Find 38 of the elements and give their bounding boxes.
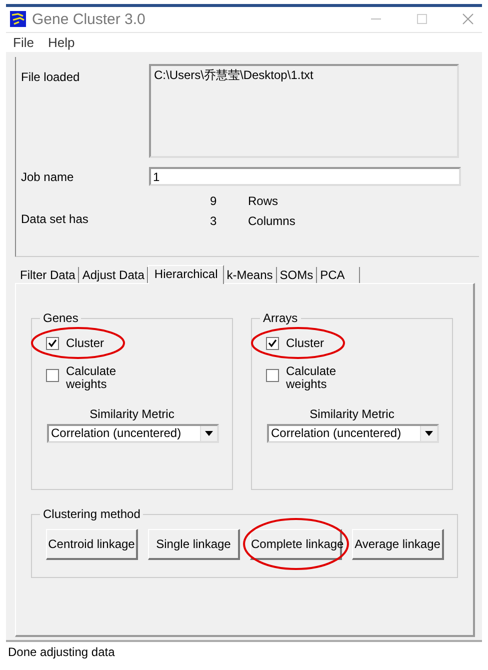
close-icon[interactable] <box>462 13 474 26</box>
linkage-button[interactable]: Single linkage <box>148 529 240 560</box>
file-path-field: C:\Users\乔慧莹\Desktop\1.txt <box>149 64 459 158</box>
status-bar: Done adjusting data <box>6 640 482 662</box>
menu-item[interactable]: File <box>13 34 34 50</box>
checkbox[interactable] <box>46 336 59 350</box>
linkage-button[interactable]: Average linkage <box>352 529 444 560</box>
tab[interactable]: Hierarchical <box>148 265 224 284</box>
row-count: 9 <box>210 194 218 208</box>
checkbox-label: Cluster <box>286 336 324 350</box>
checkbox-label: Calculate weights <box>66 365 118 391</box>
job-name-field[interactable]: 1 <box>149 167 461 186</box>
menu-item[interactable]: Help <box>48 34 75 50</box>
dropdown-label: Similarity Metric <box>88 407 176 421</box>
field-label: File loaded <box>21 69 81 86</box>
similarity-dropdown[interactable]: Correlation (uncentered) <box>267 424 439 443</box>
linkage-button[interactable]: Centroid linkage <box>46 529 138 560</box>
field-label: Data set has <box>21 211 90 228</box>
group-title: Genes <box>40 311 82 325</box>
checkbox-label: Calculate weights <box>286 365 338 391</box>
group-title: Clustering method <box>40 507 144 521</box>
checkbox[interactable] <box>46 369 59 382</box>
column-count: 3 <box>210 214 218 228</box>
linkage-button[interactable]: Complete linkage <box>250 529 342 560</box>
count-label: Columns <box>248 214 296 228</box>
field-label: Job name <box>21 170 75 184</box>
app-icon <box>10 11 26 28</box>
checkbox-label: Cluster <box>66 336 104 350</box>
caret-icon <box>425 431 433 436</box>
caret-icon <box>205 431 213 436</box>
dropdown-label: Similarity Metric <box>308 407 396 421</box>
count-label: Rows <box>248 194 280 208</box>
window-title: Gene Cluster 3.0 <box>32 10 146 28</box>
similarity-dropdown[interactable]: Correlation (uncentered) <box>47 424 219 443</box>
tab[interactable]: Adjust Data <box>79 267 148 283</box>
checkbox[interactable] <box>266 369 279 382</box>
group-title: Arrays <box>260 311 301 325</box>
checkbox[interactable] <box>266 336 279 350</box>
